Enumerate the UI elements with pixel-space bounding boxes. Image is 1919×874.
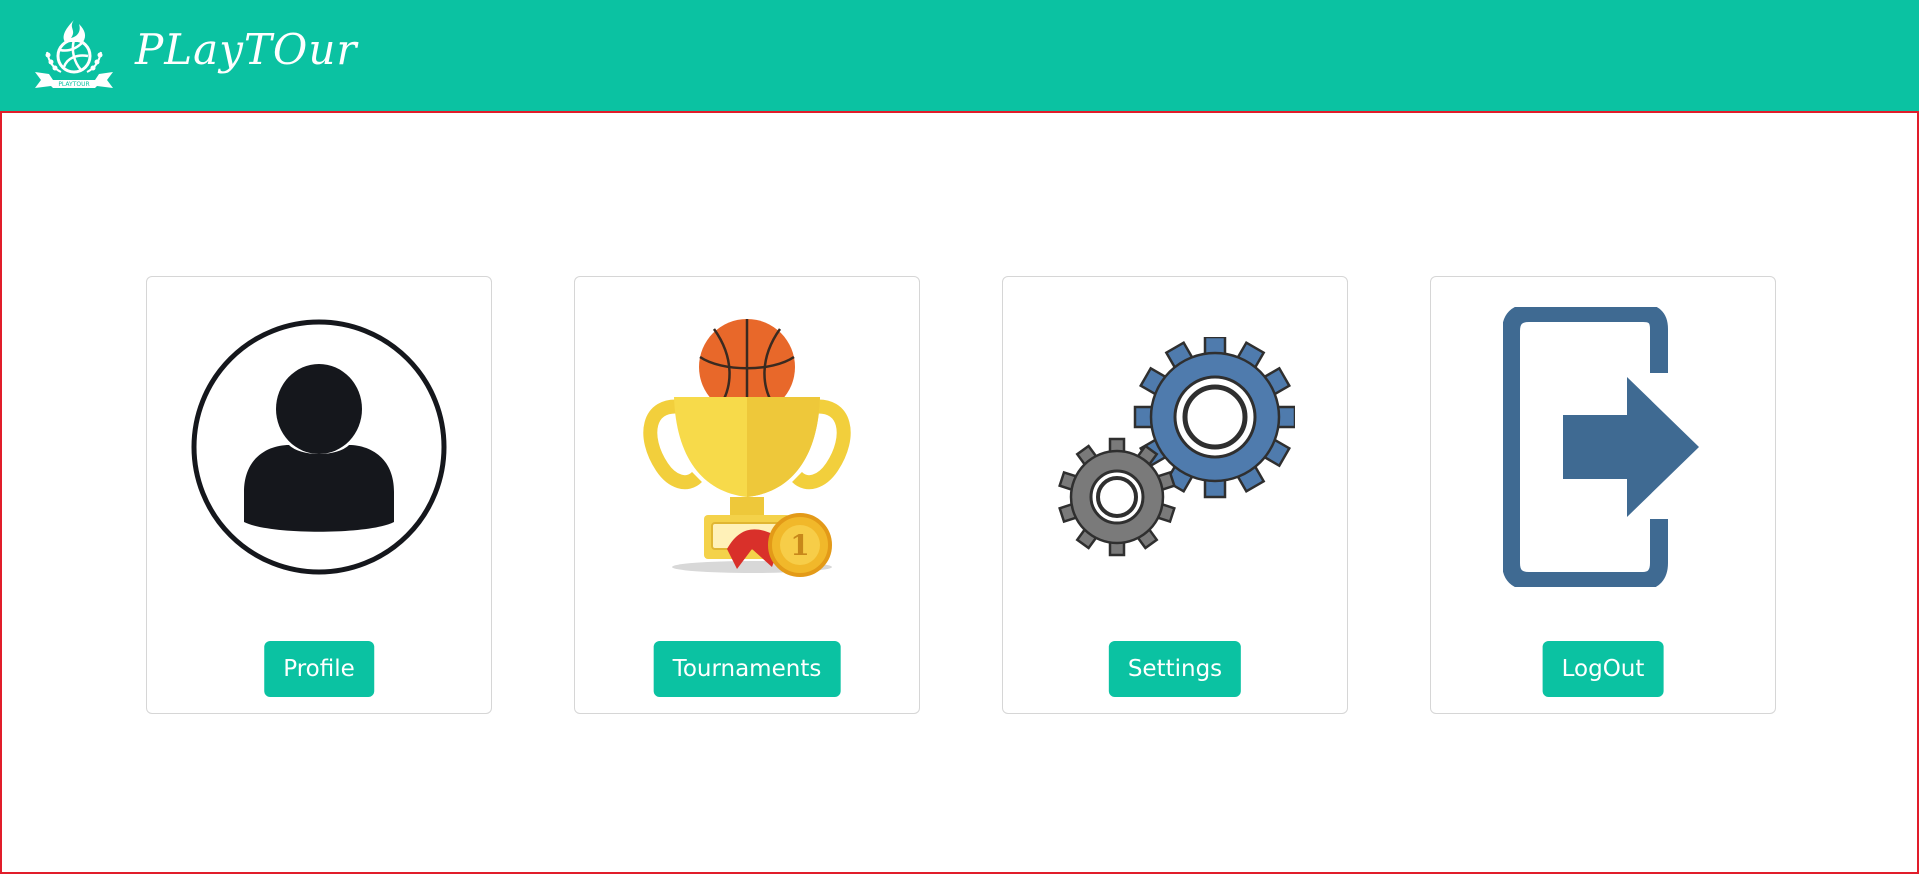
top-navbar: PLAYTOUR PLayTOur [0, 0, 1919, 111]
trophy-basketball-icon: 1 [643, 319, 851, 577]
settings-button[interactable]: Settings [1108, 641, 1242, 697]
profile-button[interactable]: Profile [264, 641, 374, 697]
logout-door-arrow-icon [1503, 307, 1699, 587]
settings-card: Settings [1002, 276, 1348, 714]
logout-card: LogOut [1430, 276, 1776, 714]
dashboard-content: Profile 1 Tournaments Settings LogOut [0, 111, 1919, 874]
tournaments-card: 1 Tournaments [574, 276, 920, 714]
profile-card: Profile [146, 276, 492, 714]
user-avatar-icon [191, 319, 447, 575]
brand-name[interactable]: PLayTOur [135, 22, 358, 78]
tournaments-button[interactable]: Tournaments [653, 641, 841, 697]
logo-caption: PLAYTOUR [58, 81, 89, 88]
logout-button[interactable]: LogOut [1542, 641, 1664, 697]
svg-text:1: 1 [790, 529, 809, 562]
volleyball-flame-logo-icon[interactable]: PLAYTOUR [33, 18, 115, 90]
gears-icon [1058, 337, 1295, 557]
